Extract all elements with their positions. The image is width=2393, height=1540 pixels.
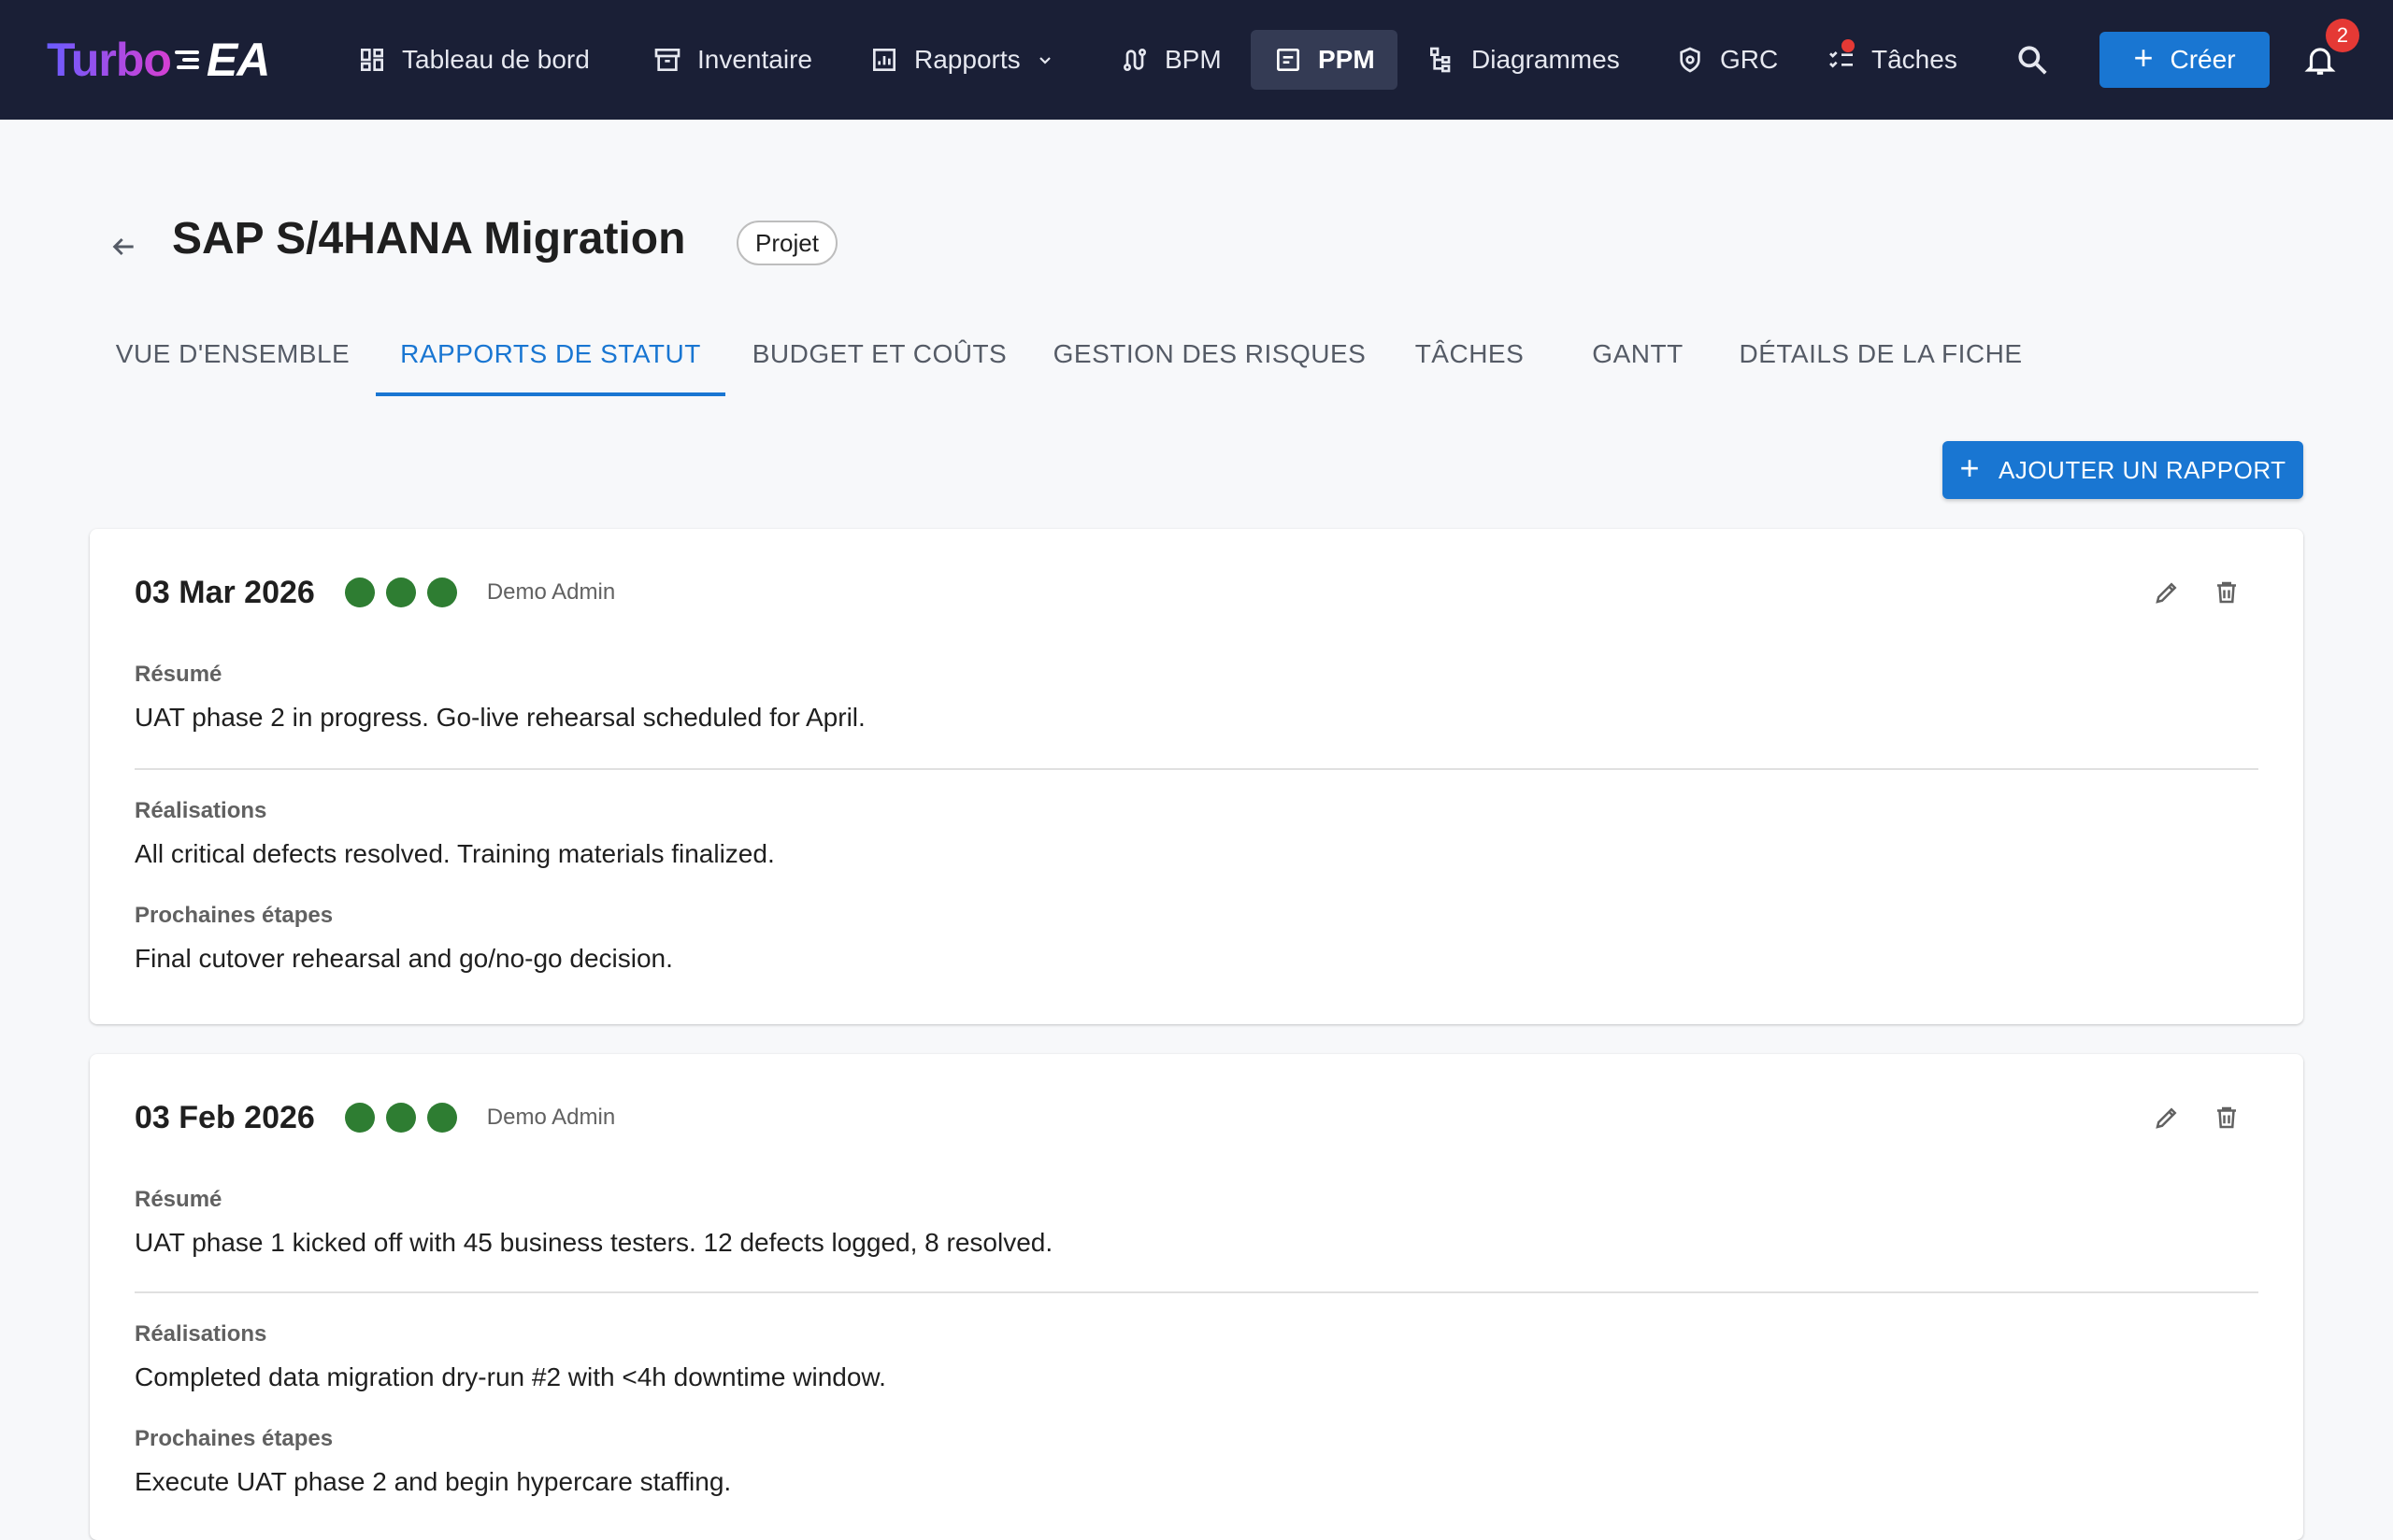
scope-status-dot	[426, 578, 457, 607]
edit-report-button[interactable]	[2146, 572, 2187, 613]
report-header: 03 Mar 2026 Demo Admin	[135, 570, 615, 615]
divider	[135, 1291, 2258, 1293]
report-actions	[2146, 1097, 2247, 1138]
nav-item-ppm[interactable]: PPM	[1251, 30, 1397, 90]
status-indicators	[344, 578, 457, 607]
report-author: Demo Admin	[486, 1105, 616, 1130]
nav-label: Rapports	[914, 45, 1021, 74]
arrow-left-icon	[112, 237, 134, 256]
summary-label: Résumé	[135, 662, 222, 687]
create-button[interactable]: + Créer	[2099, 32, 2270, 88]
nav-item-diagrammes[interactable]: Diagrammes	[1404, 30, 1642, 90]
cost-status-dot	[385, 578, 416, 607]
nav-label: Inventaire	[697, 45, 812, 74]
tab-budget-et-couts[interactable]: BUDGET ET COÛTS	[725, 312, 1034, 396]
nav-item-tableau-de-bord[interactable]: Tableau de bord	[335, 30, 612, 90]
bar-chart-icon	[873, 49, 896, 71]
logo-text-ea: EA	[206, 34, 270, 86]
nav-item-taches[interactable]: Tâches	[1804, 30, 1980, 90]
search-icon	[2018, 46, 2047, 75]
summary-text: UAT phase 1 kicked off with 45 business …	[135, 1228, 1053, 1257]
report-date: 03 Feb 2026	[135, 1099, 315, 1135]
report-header: 03 Feb 2026 Demo Admin	[135, 1095, 615, 1140]
pencil-icon	[2156, 1107, 2177, 1129]
type-chip: Projet	[737, 221, 838, 265]
divider	[135, 768, 2258, 770]
trash-icon	[2217, 581, 2236, 604]
nav-item-inventaire[interactable]: Inventaire	[630, 30, 835, 90]
scope-status-dot	[426, 1103, 457, 1133]
hierarchy-icon	[1430, 47, 1451, 73]
nav-label: BPM	[1165, 45, 1222, 74]
status-report-card: 03 Mar 2026 Demo Admin Résumé UAT phase …	[90, 529, 2303, 1024]
plus-icon: +	[2133, 38, 2154, 77]
route-icon	[1124, 49, 1146, 71]
delete-report-button[interactable]	[2206, 1097, 2247, 1138]
notification-badge: 2	[2326, 19, 2359, 52]
speed-lines-icon	[174, 48, 203, 72]
plus-icon: +	[1959, 449, 1980, 487]
page-title: SAP S/4HANA Migration	[172, 214, 686, 264]
tab-gestion-des-risques[interactable]: GESTION DES RISQUES	[1034, 312, 1385, 396]
nav-label: Diagrammes	[1471, 45, 1620, 74]
search-button[interactable]	[2002, 30, 2062, 90]
chevron-down-icon	[1039, 57, 1051, 64]
create-button-label: Créer	[2170, 45, 2236, 74]
archive-icon	[654, 49, 681, 71]
trash-icon	[2217, 1106, 2236, 1129]
tab-vue-ensemble[interactable]: VUE D'ENSEMBLE	[90, 312, 376, 396]
logo-text-turbo: Turbo	[47, 34, 172, 86]
achievements-label: Réalisations	[135, 798, 267, 823]
report-author: Demo Admin	[486, 579, 616, 605]
delete-report-button[interactable]	[2206, 572, 2247, 613]
edit-report-button[interactable]	[2146, 1097, 2187, 1138]
top-navigation-bar: Turbo EA Tableau de bord Inventaire Rapp…	[0, 0, 2393, 120]
achievements-label: Réalisations	[135, 1321, 267, 1347]
achievements-text: All critical defects resolved. Training …	[135, 839, 775, 868]
nav-label: Tableau de bord	[402, 45, 590, 74]
turbo-ea-logo[interactable]: Turbo EA	[47, 32, 270, 88]
nav-label: Tâches	[1871, 45, 1957, 74]
summary-label: Résumé	[135, 1187, 222, 1212]
tab-details-de-la-fiche[interactable]: DÉTAILS DE LA FICHE	[1722, 312, 2040, 396]
back-button[interactable]	[97, 221, 150, 273]
summary-text: UAT phase 2 in progress. Go-live rehears…	[135, 703, 866, 732]
nav-label: PPM	[1318, 45, 1375, 74]
project-icon	[1277, 49, 1299, 71]
nav-item-grc[interactable]: GRC	[1653, 30, 1800, 90]
next-steps-text: Execute UAT phase 2 and begin hypercare …	[135, 1467, 732, 1496]
next-steps-label: Prochaines étapes	[135, 1426, 334, 1451]
tab-taches[interactable]: TÂCHES	[1385, 312, 1554, 396]
notification-dot	[1841, 39, 1855, 52]
tab-gantt[interactable]: GANTT	[1554, 312, 1722, 396]
pencil-icon	[2156, 582, 2177, 604]
report-actions	[2146, 572, 2247, 613]
achievements-text: Completed data migration dry-run #2 with…	[135, 1362, 886, 1391]
tab-rapports-de-statut[interactable]: RAPPORTS DE STATUT	[376, 312, 725, 396]
add-report-button[interactable]: + AJOUTER UN RAPPORT	[1942, 441, 2303, 499]
cost-status-dot	[385, 1103, 416, 1133]
nav-item-rapports[interactable]: Rapports	[847, 30, 1079, 90]
dashboard-icon	[361, 49, 383, 71]
status-report-card: 03 Feb 2026 Demo Admin Résumé UAT phase …	[90, 1054, 2303, 1540]
schedule-status-dot	[344, 1103, 375, 1133]
next-steps-text: Final cutover rehearsal and go/no-go dec…	[135, 944, 673, 973]
report-date: 03 Mar 2026	[135, 574, 315, 610]
shield-icon	[1680, 47, 1700, 73]
schedule-status-dot	[344, 578, 375, 607]
next-steps-label: Prochaines étapes	[135, 903, 334, 928]
add-report-label: AJOUTER UN RAPPORT	[1998, 455, 2286, 484]
nav-label: GRC	[1720, 45, 1779, 74]
nav-item-bpm[interactable]: BPM	[1097, 30, 1244, 90]
status-indicators	[344, 1103, 457, 1133]
